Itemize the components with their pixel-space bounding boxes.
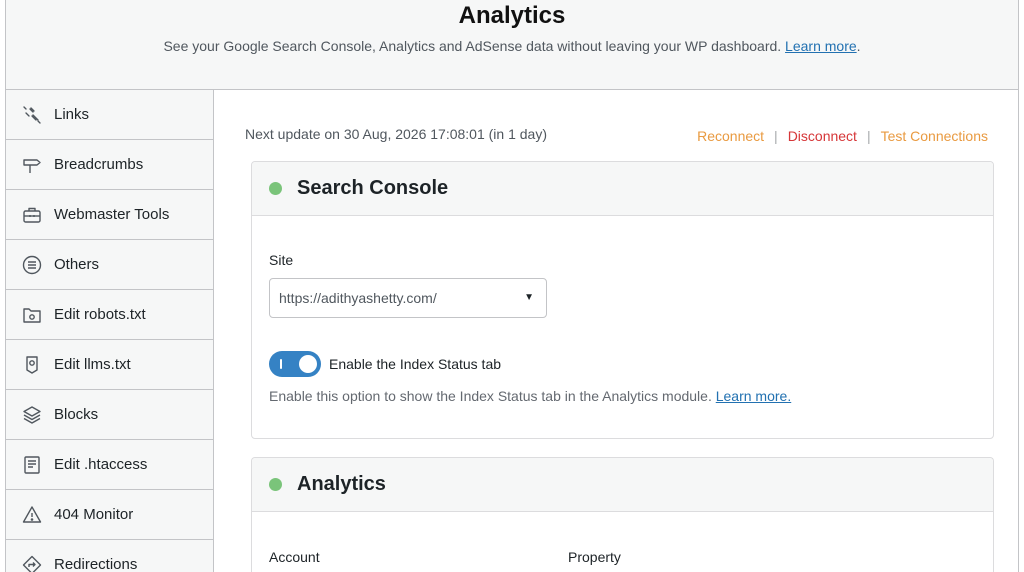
page-title: Analytics xyxy=(458,2,566,29)
sidebar-item-label: 404 Monitor xyxy=(54,506,134,523)
robots-file-icon xyxy=(22,305,42,325)
sidebar-item-redirections[interactable]: Redirections xyxy=(6,540,213,572)
next-update-text: Next update on 30 Aug, 2026 17:08:01 (in… xyxy=(245,126,548,142)
sidebar-item-edit-robots[interactable]: Edit robots.txt xyxy=(6,290,213,340)
index-status-label: Enable the Index Status tab xyxy=(329,356,502,372)
search-console-header: Search Console xyxy=(252,162,993,216)
toggle-on-mark xyxy=(280,359,282,369)
sidebar-item-label: Breadcrumbs xyxy=(54,156,144,173)
blocks-icon xyxy=(22,405,42,425)
sidebar-item-breadcrumbs[interactable]: Breadcrumbs xyxy=(6,140,213,190)
separator: | xyxy=(774,128,778,144)
sidebar-item-label: Redirections xyxy=(54,556,138,572)
test-connections-link[interactable]: Test Connections xyxy=(881,128,988,144)
page-subtitle: See your Google Search Console, Analytic… xyxy=(6,37,1018,55)
site-label: Site xyxy=(269,252,294,268)
index-status-description: Enable this option to show the Index Sta… xyxy=(269,388,791,404)
site-select-value: https://adithyashetty.com/ xyxy=(279,290,437,306)
sidebar-item-label: Edit .htaccess xyxy=(54,456,148,473)
warning-icon xyxy=(22,505,42,525)
status-dot xyxy=(269,478,282,491)
sidebar-item-label: Edit robots.txt xyxy=(54,306,146,323)
main-panel: Next update on 30 Aug, 2026 17:08:01 (in… xyxy=(215,90,1018,572)
dropdown-caret-icon: ▼ xyxy=(524,292,534,303)
status-line: Next update on 30 Aug, 2026 17:08:01 (in… xyxy=(245,126,988,146)
sidebar-item-others[interactable]: Others xyxy=(6,240,213,290)
sidebar-item-label: Others xyxy=(54,256,100,273)
site-select[interactable]: https://adithyashetty.com/ ▼ xyxy=(269,278,547,318)
analytics-title: Analytics xyxy=(297,473,386,495)
htaccess-file-icon xyxy=(22,455,42,475)
search-console-card: Search Console Site https://adithyashett… xyxy=(251,161,994,439)
property-label: Property xyxy=(568,549,621,565)
description-text: Enable this option to show the Index Sta… xyxy=(269,388,712,404)
toolbox-icon xyxy=(22,205,42,225)
search-console-title: Search Console xyxy=(297,177,449,199)
subtitle-text: See your Google Search Console, Analytic… xyxy=(163,38,782,54)
sidebar-item-blocks[interactable]: Blocks xyxy=(6,390,213,440)
separator: | xyxy=(866,128,871,144)
redirect-icon xyxy=(22,555,42,572)
signpost-icon xyxy=(22,155,42,175)
disconnect-link[interactable]: Disconnect xyxy=(788,128,857,144)
toggle-knob xyxy=(299,355,317,373)
sidebar-item-label: Webmaster Tools xyxy=(54,206,170,223)
status-dot xyxy=(269,182,282,195)
sidebar-item-edit-llms[interactable]: Edit llms.txt xyxy=(6,340,213,390)
index-status-toggle[interactable] xyxy=(269,351,321,377)
index-status-learn-more-link[interactable]: Learn more. xyxy=(716,388,791,404)
sidebar-item-label: Blocks xyxy=(54,406,99,423)
account-label: Account xyxy=(269,549,320,565)
analytics-header: Analytics xyxy=(252,458,993,512)
connection-actions: Reconnect | Disconnect | Test Connection… xyxy=(697,128,988,144)
sidebar: Links Breadcrumbs Webmaster Tools Others… xyxy=(6,90,214,572)
links-icon xyxy=(22,105,42,125)
sidebar-item-404-monitor[interactable]: 404 Monitor xyxy=(6,490,213,540)
sidebar-item-label: Edit llms.txt xyxy=(54,356,131,373)
sidebar-item-label: Links xyxy=(54,106,90,123)
reconnect-link[interactable]: Reconnect xyxy=(697,128,764,144)
sidebar-item-links[interactable]: Links xyxy=(6,90,213,140)
page-header: Analytics See your Google Search Console… xyxy=(6,0,1018,90)
subtitle-period: . xyxy=(856,38,861,54)
header-learn-more-link[interactable]: Learn more xyxy=(785,38,857,54)
sidebar-item-webmaster-tools[interactable]: Webmaster Tools xyxy=(6,190,213,240)
sidebar-item-edit-htaccess[interactable]: Edit .htaccess xyxy=(6,440,213,490)
settings-frame: Analytics See your Google Search Console… xyxy=(5,0,1019,572)
list-circle-icon xyxy=(22,255,42,275)
analytics-card: Analytics Account Property xyxy=(251,457,994,572)
llms-file-icon xyxy=(22,355,42,375)
